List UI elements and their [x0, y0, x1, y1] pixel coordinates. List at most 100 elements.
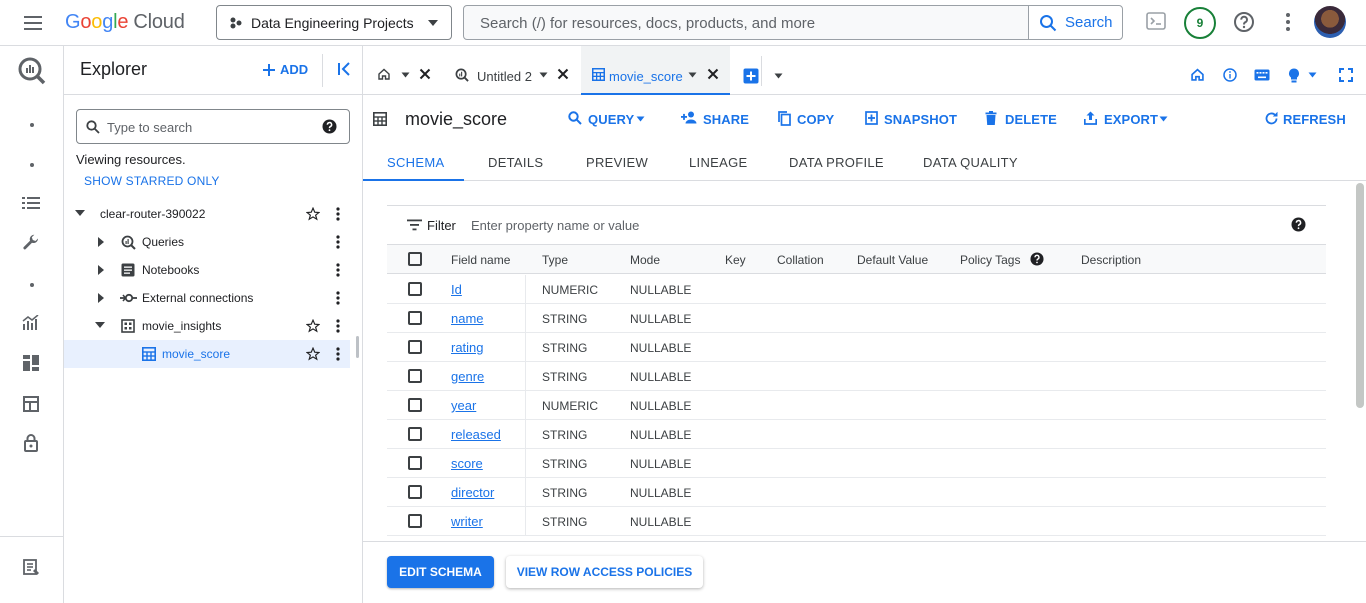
collapse-panel-icon[interactable] [322, 54, 363, 87]
field-name-link[interactable]: Id [451, 282, 462, 297]
keyboard-icon[interactable] [1254, 69, 1270, 81]
field-name-link[interactable]: genre [451, 369, 484, 384]
column-header[interactable]: Description [1081, 253, 1141, 267]
nav-dot-icon[interactable] [30, 163, 34, 167]
column-header[interactable]: Collation [777, 253, 824, 267]
star-icon[interactable] [306, 319, 320, 333]
analytics-icon[interactable] [22, 315, 40, 331]
tab-untitled-2[interactable]: Untitled 2 [443, 46, 581, 95]
table-row[interactable]: Id NUMERIC NULLABLE [387, 275, 1326, 304]
field-name-link[interactable]: score [451, 456, 483, 471]
help-icon[interactable] [1291, 217, 1306, 232]
nav-dot-icon[interactable] [30, 123, 34, 127]
row-checkbox[interactable] [408, 282, 422, 296]
table-row[interactable]: year NUMERIC NULLABLE [387, 391, 1326, 420]
field-name-link[interactable]: rating [451, 340, 484, 355]
filter-input[interactable]: Enter property name or value [471, 218, 639, 233]
close-icon[interactable] [707, 68, 719, 80]
caret-down-icon[interactable] [774, 73, 783, 79]
table-row[interactable]: name STRING NULLABLE [387, 304, 1326, 333]
field-name-link[interactable]: released [451, 427, 501, 442]
field-name-link[interactable]: year [451, 398, 476, 413]
caret-down-icon[interactable] [1308, 72, 1317, 78]
row-checkbox[interactable] [408, 456, 422, 470]
google-cloud-logo[interactable]: Google Cloud [65, 11, 185, 34]
edit-schema-button[interactable]: EDIT SCHEMA [387, 556, 494, 588]
notification-count-badge[interactable]: 9 [1184, 7, 1216, 39]
tab-home[interactable] [363, 46, 443, 95]
column-header[interactable]: Policy Tags [960, 253, 1020, 267]
row-checkbox[interactable] [408, 427, 422, 441]
column-header[interactable]: Key [725, 253, 746, 267]
caret-down-icon[interactable] [94, 321, 106, 329]
select-all-checkbox[interactable] [408, 252, 422, 266]
close-icon[interactable] [557, 68, 569, 80]
tree-item-queries[interactable]: Queries [64, 228, 350, 256]
tree-item-notebooks[interactable]: Notebooks [64, 256, 350, 284]
info-icon[interactable] [1223, 68, 1237, 82]
tree-item-external-connections[interactable]: External connections [64, 284, 350, 312]
caret-right-icon[interactable] [97, 292, 105, 304]
tab-schema[interactable]: SCHEMA [363, 143, 464, 181]
caret-right-icon[interactable] [97, 264, 105, 276]
row-checkbox[interactable] [408, 369, 422, 383]
lightbulb-icon[interactable] [1288, 68, 1300, 83]
close-icon[interactable] [419, 68, 431, 80]
caret-down-icon[interactable] [401, 72, 410, 78]
table-row[interactable]: writer STRING NULLABLE [387, 507, 1326, 536]
list-icon[interactable] [22, 195, 40, 211]
add-button[interactable]: ADD [262, 62, 308, 77]
avatar[interactable] [1314, 6, 1346, 38]
tree-item-project[interactable]: clear-router-390022 [64, 200, 350, 228]
content-scrollbar[interactable] [1356, 183, 1364, 408]
more-vert-icon[interactable] [1278, 11, 1298, 33]
table-row[interactable]: released STRING NULLABLE [387, 420, 1326, 449]
caret-right-icon[interactable] [97, 236, 105, 248]
table-view-icon[interactable] [22, 395, 40, 413]
wrench-icon[interactable] [22, 234, 40, 252]
search-input[interactable]: Search (/) for resources, docs, products… [480, 15, 815, 32]
star-icon[interactable] [306, 347, 320, 361]
field-name-link[interactable]: director [451, 485, 494, 500]
field-name-link[interactable]: name [451, 311, 484, 326]
explorer-search-input[interactable]: Type to search [76, 109, 350, 144]
column-header[interactable]: Field name [451, 253, 510, 267]
cloud-shell-icon[interactable] [1146, 11, 1166, 31]
tree-item-dataset[interactable]: movie_insights [64, 312, 350, 340]
table-row[interactable]: rating STRING NULLABLE [387, 333, 1326, 362]
caret-down-icon[interactable] [539, 72, 548, 78]
dashboard-icon[interactable] [22, 354, 40, 372]
column-header[interactable]: Mode [630, 253, 660, 267]
more-vert-icon[interactable] [336, 347, 340, 361]
row-checkbox[interactable] [408, 311, 422, 325]
filter-bar[interactable]: Filter Enter property name or value [387, 205, 1326, 245]
tree-item-table[interactable]: movie_score [64, 340, 350, 368]
help-icon[interactable] [322, 119, 337, 134]
global-search[interactable]: Search (/) for resources, docs, products… [463, 5, 1123, 40]
table-row[interactable]: score STRING NULLABLE [387, 449, 1326, 478]
row-checkbox[interactable] [408, 398, 422, 412]
help-icon[interactable] [1030, 252, 1044, 266]
fullscreen-icon[interactable] [1339, 68, 1353, 82]
tab-details[interactable]: DETAILS [464, 143, 562, 181]
show-starred-link[interactable]: SHOW STARRED ONLY [84, 174, 220, 188]
lock-icon[interactable] [22, 433, 40, 453]
table-row[interactable]: director STRING NULLABLE [387, 478, 1326, 507]
tab-lineage[interactable]: LINEAGE [664, 143, 764, 181]
release-notes-icon[interactable] [22, 558, 40, 576]
tab-data-quality[interactable]: DATA QUALITY [898, 143, 1038, 181]
explorer-scrollbar[interactable] [356, 336, 359, 358]
tab-data-profile[interactable]: DATA PROFILE [764, 143, 898, 181]
table-row[interactable]: genre STRING NULLABLE [387, 362, 1326, 391]
column-header[interactable]: Type [542, 253, 568, 267]
bigquery-icon[interactable] [17, 56, 47, 86]
more-vert-icon[interactable] [336, 291, 340, 305]
help-icon[interactable] [1233, 11, 1255, 33]
more-vert-icon[interactable] [336, 235, 340, 249]
field-name-link[interactable]: writer [451, 514, 483, 529]
row-checkbox[interactable] [408, 340, 422, 354]
caret-down-icon[interactable] [74, 209, 86, 217]
column-header[interactable]: Default Value [857, 253, 928, 267]
more-vert-icon[interactable] [336, 319, 340, 333]
more-vert-icon[interactable] [336, 207, 340, 221]
